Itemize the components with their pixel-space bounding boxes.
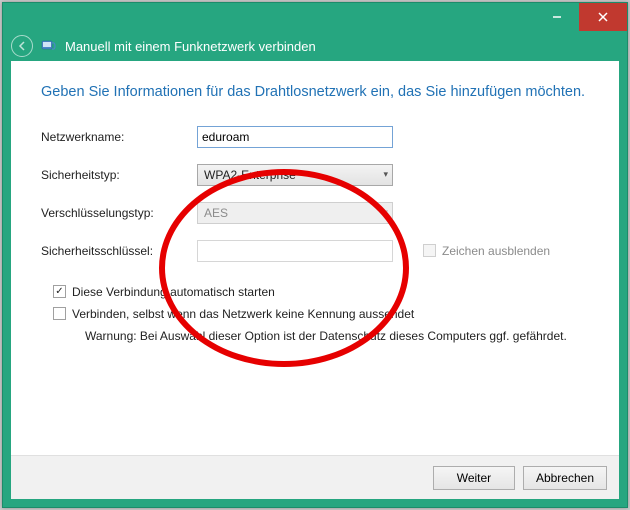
back-button[interactable] xyxy=(11,35,33,57)
connect-hidden-checkbox[interactable] xyxy=(53,307,66,320)
window-title: Manuell mit einem Funknetzwerk verbinden xyxy=(65,39,316,54)
network-name-input[interactable] xyxy=(197,126,393,148)
chevron-down-icon: ▾ xyxy=(383,169,388,180)
cancel-button[interactable]: Abbrechen xyxy=(523,466,607,490)
chevron-down-icon: ▾ xyxy=(383,207,388,218)
titlebar xyxy=(3,3,627,31)
connect-hidden-label: Verbinden, selbst wenn das Netzwerk kein… xyxy=(72,307,414,321)
hide-chars-label: Zeichen ausblenden xyxy=(442,244,550,258)
security-key-label: Sicherheitsschlüssel: xyxy=(41,244,197,258)
security-type-value: WPA2-Enterprise xyxy=(204,168,296,182)
security-type-select[interactable]: WPA2-Enterprise ▾ xyxy=(197,164,393,186)
content-panel: Geben Sie Informationen für das Drahtlos… xyxy=(11,61,619,499)
auto-start-label: Diese Verbindung automatisch starten xyxy=(72,285,275,299)
wifi-icon xyxy=(41,38,57,54)
security-type-label: Sicherheitstyp: xyxy=(41,168,197,182)
encryption-type-select: AES ▾ xyxy=(197,202,393,224)
network-name-label: Netzwerkname: xyxy=(41,130,197,144)
auto-start-checkbox[interactable]: ✓ xyxy=(53,285,66,298)
wizard-window: Manuell mit einem Funknetzwerk verbinden… xyxy=(2,2,628,508)
close-button[interactable] xyxy=(579,3,627,31)
security-key-input xyxy=(197,240,393,262)
page-heading: Geben Sie Informationen für das Drahtlos… xyxy=(41,83,593,103)
footer: Weiter Abbrechen xyxy=(11,455,619,499)
warning-text: Warnung: Bei Auswahl dieser Option ist d… xyxy=(85,329,593,343)
minimize-button[interactable] xyxy=(535,3,579,31)
encryption-type-label: Verschlüsselungstyp: xyxy=(41,206,197,220)
encryption-type-value: AES xyxy=(204,206,228,220)
header-bar: Manuell mit einem Funknetzwerk verbinden xyxy=(3,31,627,61)
hide-chars-checkbox xyxy=(423,244,436,257)
next-button[interactable]: Weiter xyxy=(433,466,515,490)
